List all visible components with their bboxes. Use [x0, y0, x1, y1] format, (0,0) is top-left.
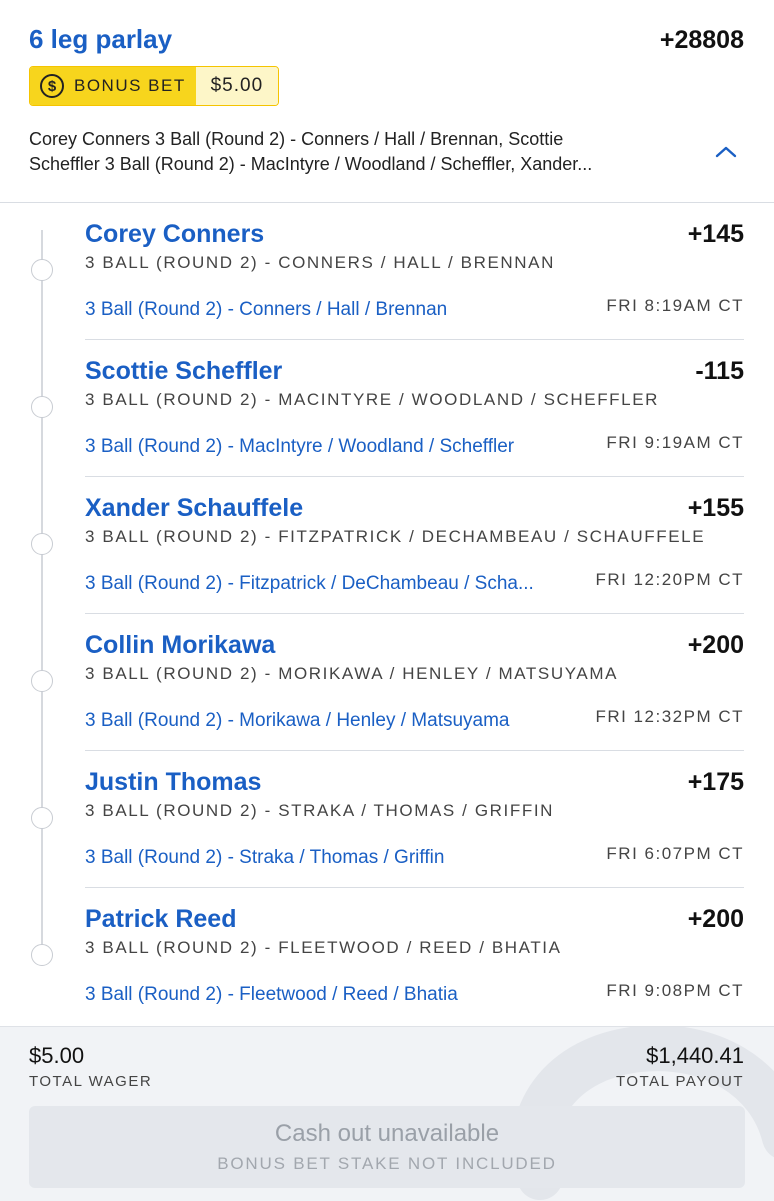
cash-out-button[interactable]: Cash out unavailable BONUS BET STAKE NOT…	[29, 1106, 745, 1188]
leg-odds: +175	[687, 768, 744, 796]
leg-start-time: FRI 12:20PM CT	[595, 570, 744, 589]
bonus-bet-badge: $ BONUS BET $5.00	[29, 66, 279, 106]
leg-start-time: FRI 12:32PM CT	[595, 707, 744, 726]
leg-divider	[85, 476, 744, 477]
leg-selection-name: Corey Conners	[85, 220, 265, 248]
parlay-summary-line: Corey Conners 3 Ball (Round 2) - Conners…	[29, 129, 564, 149]
leg-event-link[interactable]: 3 Ball (Round 2) - Conners / Hall / Bren…	[85, 299, 447, 321]
leg-selection-name: Xander Schauffele	[85, 494, 304, 522]
total-wager-value: $5.00	[29, 1043, 85, 1068]
header-divider	[0, 202, 774, 203]
leg-start-time: FRI 9:19AM CT	[606, 433, 744, 452]
leg-odds: -115	[695, 357, 744, 385]
leg-event-link[interactable]: 3 Ball (Round 2) - Fitzpatrick / DeChamb…	[85, 573, 534, 595]
leg-selection-name: Scottie Scheffler	[85, 357, 283, 385]
total-payout-value: $1,440.41	[646, 1043, 744, 1068]
bonus-bet-amount: $5.00	[195, 67, 278, 105]
leg-market: 3 BALL (ROUND 2) - MORIKAWA / HENLEY / M…	[85, 664, 619, 683]
leg-market: 3 BALL (ROUND 2) - MACINTYRE / WOODLAND …	[85, 390, 660, 409]
timeline-dot	[31, 670, 53, 692]
leg-event-link[interactable]: 3 Ball (Round 2) - Morikawa / Henley / M…	[85, 710, 510, 732]
total-payout-label: TOTAL PAYOUT	[615, 1073, 744, 1090]
timeline-line	[41, 230, 43, 955]
cash-out-subtitle: BONUS BET STAKE NOT INCLUDED	[217, 1154, 557, 1173]
leg-start-time: FRI 8:19AM CT	[606, 296, 744, 315]
leg-event-link[interactable]: 3 Ball (Round 2) - Fleetwood / Reed / Bh…	[85, 984, 458, 1006]
leg-divider	[85, 613, 744, 614]
timeline-dot	[31, 533, 53, 555]
leg-market: 3 BALL (ROUND 2) - STRAKA / THOMAS / GRI…	[85, 801, 555, 820]
timeline-dot	[31, 396, 53, 418]
cash-out-title: Cash out unavailable	[274, 1120, 500, 1147]
parlay-summary[interactable]: Corey Conners 3 Ball (Round 2) - Conners…	[29, 127, 689, 177]
leg-selection-name: Justin Thomas	[85, 768, 262, 796]
parlay-title: 6 leg parlay	[29, 24, 173, 54]
leg-market: 3 BALL (ROUND 2) - FITZPATRICK / DECHAMB…	[85, 527, 706, 546]
leg-odds: +200	[687, 631, 744, 659]
leg-start-time: FRI 6:07PM CT	[606, 844, 744, 863]
leg-selection-name: Collin Morikawa	[85, 631, 276, 659]
leg-event-link[interactable]: 3 Ball (Round 2) - MacIntyre / Woodland …	[85, 436, 514, 458]
leg-selection-name: Patrick Reed	[85, 905, 237, 933]
timeline-dot	[31, 259, 53, 281]
parlay-summary-line: Scheffler 3 Ball (Round 2) - MacIntyre /…	[29, 154, 593, 174]
leg-odds: +155	[687, 494, 744, 522]
chevron-up-icon[interactable]	[712, 142, 740, 162]
dollar-coin-icon: $	[40, 74, 64, 98]
leg-market: 3 BALL (ROUND 2) - FLEETWOOD / REED / BH…	[85, 938, 562, 957]
timeline-dot	[31, 807, 53, 829]
bonus-bet-label: BONUS BET	[74, 76, 186, 95]
leg-divider	[85, 750, 744, 751]
leg-divider	[85, 339, 744, 340]
parlay-total-odds: +28808	[659, 26, 744, 54]
leg-odds: +200	[687, 905, 744, 933]
timeline-dot	[31, 944, 53, 966]
leg-divider	[85, 887, 744, 888]
leg-start-time: FRI 9:08PM CT	[606, 981, 744, 1000]
leg-odds: +145	[687, 220, 744, 248]
leg-event-link[interactable]: 3 Ball (Round 2) - Straka / Thomas / Gri…	[85, 847, 444, 869]
total-wager-label: TOTAL WAGER	[29, 1073, 153, 1090]
leg-market: 3 BALL (ROUND 2) - CONNERS / HALL / BREN…	[85, 253, 555, 272]
